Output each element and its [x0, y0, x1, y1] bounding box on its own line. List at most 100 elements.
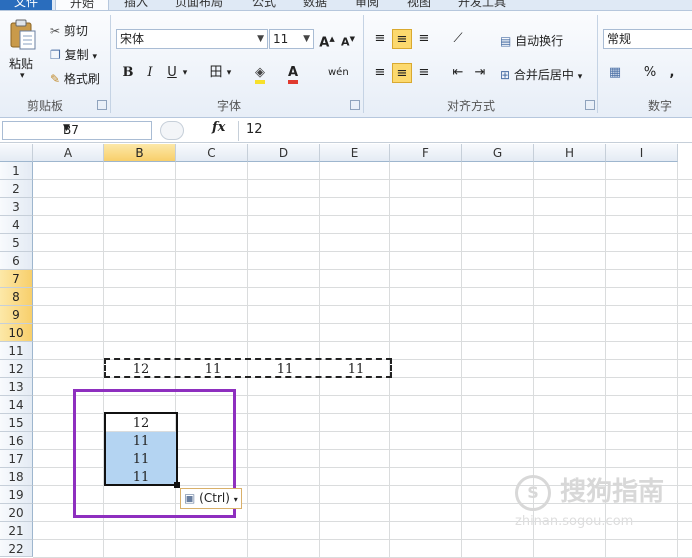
tab-file[interactable]: 文件: [0, 0, 52, 10]
column-header-G[interactable]: G: [462, 144, 534, 162]
border-button[interactable]: 田: [206, 63, 226, 83]
formula-bar-resize-handle[interactable]: [160, 121, 184, 140]
column-header-E[interactable]: E: [320, 144, 390, 162]
tab-insert[interactable]: 插入: [124, 0, 148, 10]
decrease-indent-button[interactable]: ⇤: [448, 63, 468, 83]
row-header-21[interactable]: 21: [0, 522, 33, 540]
name-box[interactable]: B7 ▼: [2, 121, 152, 140]
row-header-2[interactable]: 2: [0, 180, 33, 198]
column-header-H[interactable]: H: [534, 144, 606, 162]
column-header-B[interactable]: B: [104, 144, 176, 162]
format-painter-label: 格式刷: [63, 72, 100, 86]
row-header-12[interactable]: 12: [0, 360, 33, 378]
tab-view[interactable]: 视图: [407, 0, 431, 10]
number-format-select[interactable]: 常规: [603, 29, 692, 49]
row-gridline: [33, 233, 692, 234]
group-divider: [597, 15, 598, 113]
font-name-select[interactable]: 宋体 ▼: [116, 29, 268, 49]
row-header-17[interactable]: 17: [0, 450, 33, 468]
wrap-text-button[interactable]: ▤ 自动换行: [500, 32, 563, 49]
underline-icon: U: [167, 65, 177, 80]
clipboard-group-label: 剪贴板: [27, 99, 64, 113]
column-header-D[interactable]: D: [248, 144, 320, 162]
orientation-button[interactable]: ⟋: [448, 29, 468, 49]
row-header-14[interactable]: 14: [0, 396, 33, 414]
row-header-16[interactable]: 16: [0, 432, 33, 450]
row-header-7[interactable]: 7: [0, 270, 33, 288]
brush-icon: ✎: [50, 72, 61, 86]
align-left-icon: ≡: [374, 65, 386, 80]
align-middle-button[interactable]: ≡: [392, 29, 412, 49]
comma-button[interactable]: ,: [662, 63, 682, 83]
row-header-11[interactable]: 11: [0, 342, 33, 360]
row-gridline: [33, 539, 692, 540]
paste-button[interactable]: 粘贴 ▾: [8, 19, 42, 89]
tab-formulas[interactable]: 公式: [252, 0, 276, 10]
formula-input[interactable]: 12: [246, 122, 263, 137]
font-color-button[interactable]: A: [283, 63, 303, 84]
row-header-4[interactable]: 4: [0, 216, 33, 234]
align-right-button[interactable]: ≡: [414, 63, 434, 83]
underline-button[interactable]: U: [162, 63, 182, 83]
row-header-9[interactable]: 9: [0, 306, 33, 324]
font-size-select[interactable]: 11 ▼: [269, 29, 314, 49]
tab-review[interactable]: 审阅: [355, 0, 379, 10]
sogou-logo-icon: S: [515, 474, 551, 511]
merge-icon: ⊞: [500, 68, 511, 82]
row-header-22[interactable]: 22: [0, 540, 33, 557]
tab-page-layout[interactable]: 页面布局: [175, 0, 223, 10]
bold-button[interactable]: B: [118, 63, 138, 83]
clipboard-launcher-icon[interactable]: [97, 100, 107, 110]
increase-indent-button[interactable]: ⇥: [470, 63, 490, 83]
row-gridline: [33, 305, 692, 306]
align-center-button[interactable]: ≡: [392, 63, 412, 83]
scissors-icon: ✂: [50, 24, 61, 38]
row-header-1[interactable]: 1: [0, 162, 33, 180]
align-center-icon: ≡: [396, 66, 408, 81]
chevron-down-icon[interactable]: ▾: [224, 63, 234, 83]
select-all-corner[interactable]: [0, 144, 33, 162]
row-header-8[interactable]: 8: [0, 288, 33, 306]
column-header-A[interactable]: A: [33, 144, 104, 162]
alignment-launcher-icon[interactable]: [585, 100, 595, 110]
percent-button[interactable]: %: [640, 63, 660, 83]
column-header-I[interactable]: I: [606, 144, 678, 162]
tab-data[interactable]: 数据: [303, 0, 327, 10]
row-header-10[interactable]: 10: [0, 324, 33, 342]
font-launcher-icon[interactable]: [350, 100, 360, 110]
currency-button[interactable]: ▦: [605, 63, 625, 83]
chevron-down-icon[interactable]: ▾: [180, 63, 190, 83]
row-header-6[interactable]: 6: [0, 252, 33, 270]
row-header-20[interactable]: 20: [0, 504, 33, 522]
paste-label: 粘贴: [9, 57, 34, 71]
row-header-15[interactable]: 15: [0, 414, 33, 432]
format-painter-button[interactable]: ✎ 格式刷: [50, 70, 100, 87]
row-gridline: [33, 197, 692, 198]
shrink-font-button[interactable]: A▼: [338, 29, 358, 49]
copy-button[interactable]: ❐ 复制 ▾: [50, 46, 97, 63]
tab-developer[interactable]: 开发工具: [458, 0, 506, 10]
watermark-text: 搜狗指南: [560, 477, 665, 507]
paste-options-button[interactable]: ▣ (Ctrl) ▾: [180, 488, 242, 509]
italic-button[interactable]: I: [140, 63, 160, 83]
tab-home[interactable]: 开始: [55, 0, 109, 10]
row-gridline: [33, 287, 692, 288]
formula-bar: B7 ▼ fx 12: [0, 119, 692, 143]
row-header-19[interactable]: 19: [0, 486, 33, 504]
worksheet-grid[interactable]: ABCDEFGHI 1 2 3 4 5 6 7 8 9 10 11 12 13 14 15 16 17 18 19 2…: [0, 144, 692, 558]
grow-font-button[interactable]: A▲: [317, 29, 337, 50]
row-header-5[interactable]: 5: [0, 234, 33, 252]
align-top-button[interactable]: ≡: [370, 29, 390, 49]
align-left-button[interactable]: ≡: [370, 63, 390, 83]
column-header-F[interactable]: F: [390, 144, 462, 162]
align-bottom-button[interactable]: ≡: [414, 29, 434, 49]
merge-center-button[interactable]: ⊞ 合并后居中 ▾: [500, 66, 582, 83]
row-header-18[interactable]: 18: [0, 468, 33, 486]
row-header-3[interactable]: 3: [0, 198, 33, 216]
insert-function-icon[interactable]: fx: [212, 120, 225, 135]
column-header-C[interactable]: C: [176, 144, 248, 162]
row-header-13[interactable]: 13: [0, 378, 33, 396]
cut-button[interactable]: ✂ 剪切: [50, 22, 88, 39]
fill-color-button[interactable]: ◈: [250, 63, 270, 84]
phonetic-button[interactable]: wén: [328, 63, 349, 83]
